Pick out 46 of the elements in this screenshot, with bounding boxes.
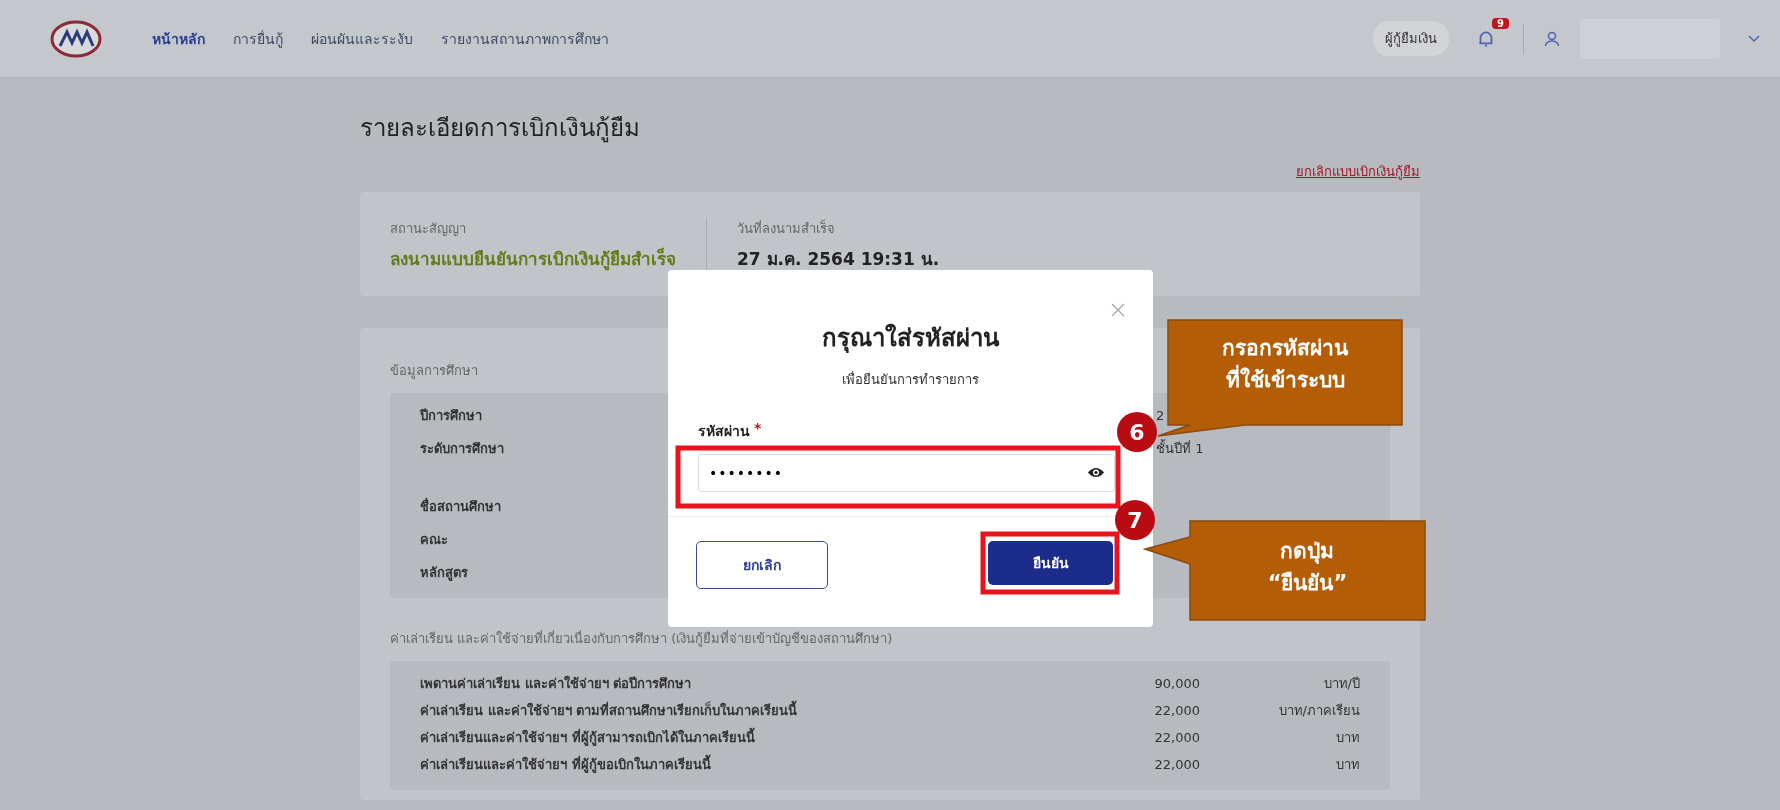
callout-text: กรอกรหัสผ่าน ที่ใช้เข้าระบบ bbox=[1222, 335, 1348, 394]
dialog-subtitle: เพื่อยืนยันการทำรายการ bbox=[842, 370, 979, 389]
cancel-form-link[interactable]: ยกเลิกแบบเบิกเงินกู้ยืม bbox=[1296, 161, 1420, 182]
row-unit: บาท bbox=[1335, 755, 1360, 774]
field-label: สถานะสัญญา bbox=[390, 220, 467, 238]
row-unit: บาท/ภาคเรียน bbox=[1277, 701, 1360, 720]
row-amount: 22,000 bbox=[1153, 756, 1200, 772]
row-amount: 22,000 bbox=[1153, 729, 1200, 745]
row-unit: บาท/ปี bbox=[1322, 674, 1360, 693]
row-value: ชั้นปีที่ 1 bbox=[1156, 438, 1205, 458]
field-value: 27 ม.ค. 2564 19:31 น. bbox=[737, 248, 940, 271]
dialog-title: กรุณาใส่รหัสผ่าน bbox=[822, 322, 999, 355]
row-label: ชื่อสถานศึกษา bbox=[420, 496, 501, 516]
row-amount: 90,000 bbox=[1153, 675, 1200, 691]
confirm-button[interactable]: ยืนยัน bbox=[988, 541, 1113, 585]
role-chip[interactable]: ผู้กู้ยืมเงิน bbox=[1373, 21, 1449, 56]
password-field[interactable]: •••••••• bbox=[698, 454, 1115, 492]
close-icon[interactable] bbox=[1111, 303, 1125, 317]
row-value: 2 bbox=[1156, 407, 1166, 423]
callout-text: กดปุ่ม “ยืนยัน” bbox=[1267, 538, 1348, 597]
row-label: ค่าเล่าเรียน และค่าใช้จ่ายฯ ตามที่สถานศึกษาเรียกเก็บในภาคเรียนนี้ bbox=[420, 699, 799, 720]
required-mark: * bbox=[754, 420, 762, 438]
page-title: รายละเอียดการเบิกเงินกู้ยืม bbox=[360, 113, 641, 145]
field-value: ลงนามแบบยืนยันการเบิกเงินกู้ยืมสำเร็จ bbox=[390, 247, 676, 272]
section-heading: ข้อมูลการศึกษา bbox=[390, 362, 478, 381]
row-amount: 22,000 bbox=[1153, 702, 1200, 718]
row-label: ค่าเล่าเรียนและค่าใช้จ่ายฯ ที่ผู้กู้สามารถเบิกได้ในภาคเรียนนี้ bbox=[420, 726, 756, 748]
row-label: ปีการศึกษา bbox=[420, 406, 482, 425]
row-label: เพดานค่าเล่าเรียน และค่าใช้จ่ายฯ ต่อปีการศึกษา bbox=[420, 674, 693, 693]
field-label: วันที่ลงนามสำเร็จ bbox=[737, 218, 836, 238]
notification-count: 9 bbox=[1492, 17, 1509, 29]
row-label: ระดับการศึกษา bbox=[420, 439, 504, 458]
section-heading: ค่าเล่าเรียน และค่าใช้จ่ายที่เกี่ยวเนื่องกับการศึกษา (เงินกู้ยืมที่จ่ายเข้าบัญชีของสถานศึกษา) bbox=[390, 629, 893, 649]
logo-icon[interactable] bbox=[50, 18, 102, 59]
cancel-button[interactable]: ยกเลิก bbox=[696, 541, 828, 589]
nav-tab[interactable]: รายงานสถานภาพการศึกษา bbox=[441, 27, 609, 50]
nav-tab[interactable]: หน้าหลัก bbox=[152, 27, 205, 50]
row-label: คณะ bbox=[420, 530, 448, 549]
chevron-down-icon[interactable] bbox=[1748, 34, 1760, 43]
nav-tab[interactable]: ผ่อนผันและระงับ bbox=[311, 27, 413, 50]
field-label: รหัสผ่าน bbox=[698, 422, 750, 441]
row-label: หลักสูตร bbox=[420, 563, 468, 583]
row-unit: บาท bbox=[1335, 728, 1360, 747]
row-label: ค่าเล่าเรียนและค่าใช้จ่ายฯ ที่ผู้กู้ขอเบิกในภาคเรียนนี้ bbox=[420, 753, 712, 775]
nav-tab[interactable]: การยื่นกู้ bbox=[233, 27, 283, 50]
eye-icon[interactable] bbox=[1087, 466, 1105, 479]
